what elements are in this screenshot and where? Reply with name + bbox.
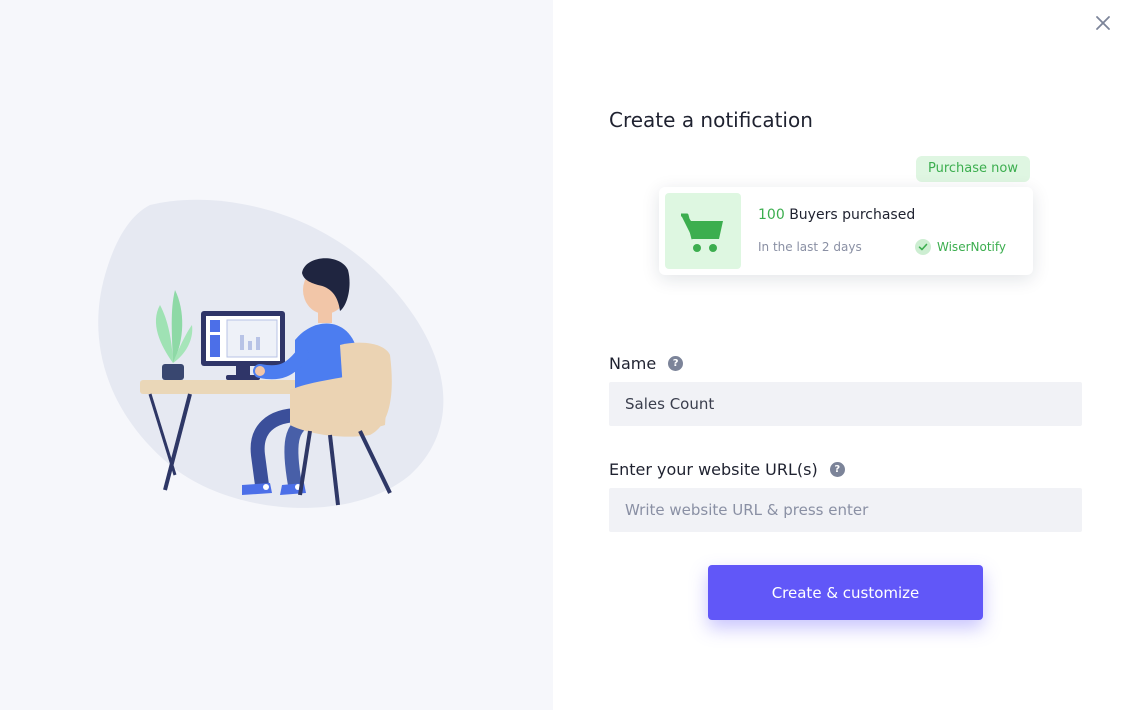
notification-timeframe: In the last 2 days xyxy=(758,240,862,254)
page-title: Create a notification xyxy=(609,108,813,132)
buyers-text: Buyers purchased xyxy=(789,207,916,223)
cart-icon-box xyxy=(665,193,741,269)
close-icon[interactable] xyxy=(1094,14,1112,32)
create-customize-button[interactable]: Create & customize xyxy=(708,565,983,620)
url-label: Enter your website URL(s) ? xyxy=(609,460,845,479)
notification-preview-card: 100 Buyers purchased In the last 2 days … xyxy=(659,187,1033,275)
question-circle-icon[interactable]: ? xyxy=(668,356,684,371)
buyer-count: 100 xyxy=(758,207,785,223)
illustration-panel xyxy=(0,0,553,710)
website-url-input[interactable] xyxy=(609,488,1082,532)
url-label-text: Enter your website URL(s) xyxy=(609,460,818,479)
shopping-cart-icon xyxy=(681,213,723,252)
notification-headline: 100 Buyers purchased xyxy=(758,207,915,223)
check-icon xyxy=(915,239,931,255)
name-label-text: Name xyxy=(609,354,657,373)
question-circle-icon[interactable]: ? xyxy=(829,462,845,477)
brand-verification: WiserNotify xyxy=(915,239,1006,255)
name-label: Name ? xyxy=(609,354,684,373)
name-input[interactable] xyxy=(609,382,1082,426)
person-at-desk-illustration xyxy=(98,199,444,508)
brand-name: WiserNotify xyxy=(937,240,1006,254)
purchase-now-badge: Purchase now xyxy=(916,156,1030,182)
